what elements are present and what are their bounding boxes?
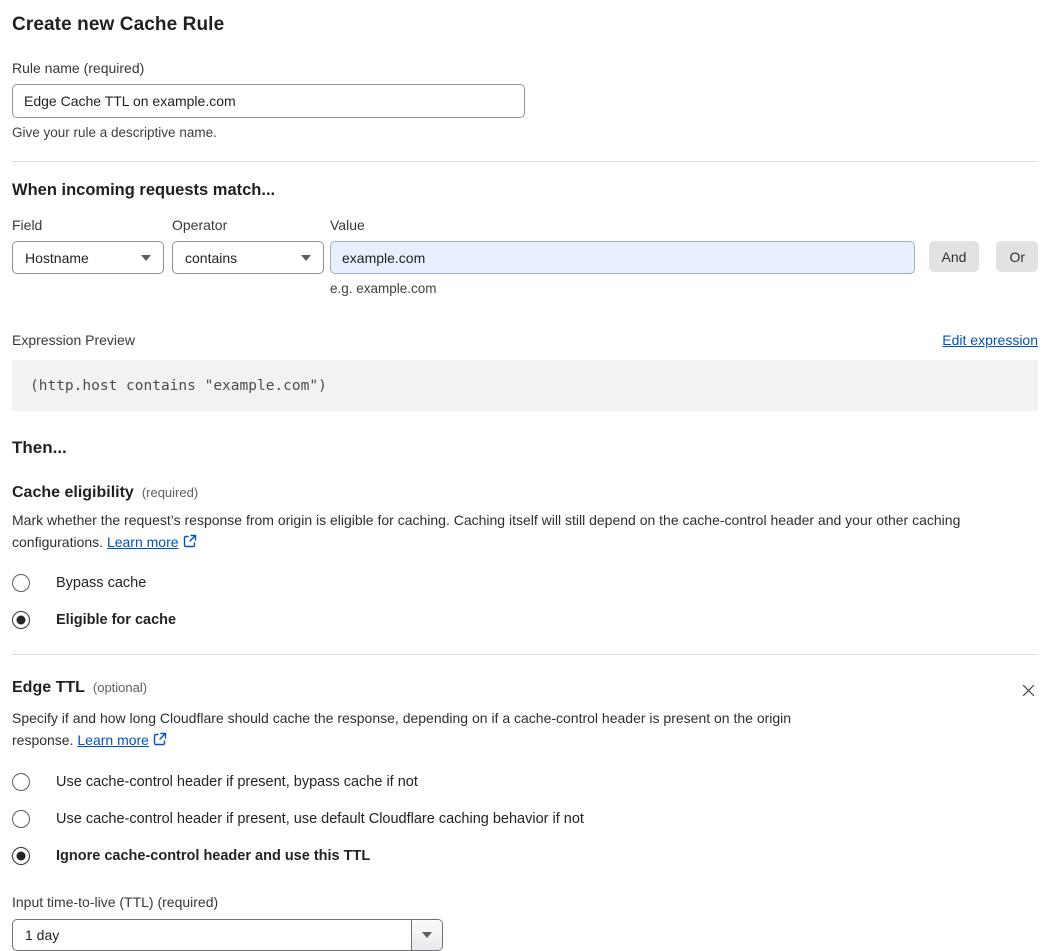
- edge-ttl-title: Edge TTL: [12, 679, 85, 696]
- rule-name-input[interactable]: [12, 84, 525, 118]
- operator-select[interactable]: contains: [172, 241, 324, 274]
- rule-name-label: Rule name (required): [12, 60, 145, 76]
- field-label: Field: [12, 217, 43, 233]
- match-condition-row: Field Hostname Operator contains Value e…: [12, 217, 1038, 296]
- match-section-heading: When incoming requests match...: [12, 181, 276, 199]
- field-select[interactable]: Hostname: [12, 241, 164, 274]
- cache-eligibility-qualifier: (required): [141, 485, 199, 500]
- expression-preview-label: Expression Preview: [12, 332, 135, 348]
- value-input[interactable]: [330, 241, 915, 274]
- then-heading: Then...: [12, 438, 67, 457]
- rule-name-section: Rule name (required) Give your rule a de…: [12, 60, 1038, 140]
- and-button[interactable]: And: [928, 241, 980, 272]
- field-column: Field Hostname: [12, 217, 164, 274]
- chevron-down-icon: [422, 932, 432, 938]
- edge-ttl-header: Edge TTL (optional): [12, 679, 1038, 700]
- cache-eligibility-learn-more-link[interactable]: Learn more: [107, 534, 179, 550]
- or-button[interactable]: Or: [996, 241, 1038, 272]
- close-edge-ttl-button[interactable]: [1019, 681, 1038, 700]
- edge-ttl-qualifier: (optional): [92, 680, 148, 695]
- value-column: Value e.g. example.com: [330, 217, 915, 296]
- radio-use-cache-control-default[interactable]: Use cache-control header if present, use…: [12, 810, 1038, 828]
- cache-eligibility-options: Bypass cache Eligible for cache: [12, 574, 1038, 629]
- radio-icon-checked: [12, 611, 30, 629]
- close-icon: [1021, 684, 1036, 701]
- operator-select-value: contains: [185, 249, 238, 266]
- radio-label: Use cache-control header if present, use…: [56, 811, 584, 827]
- edit-expression-link[interactable]: Edit expression: [942, 332, 1038, 348]
- cache-eligibility-header: Cache eligibility (required): [12, 484, 1038, 502]
- create-cache-rule-page: Create new Cache Rule Rule name (require…: [0, 0, 1058, 951]
- cache-eligibility-title: Cache eligibility: [12, 484, 134, 501]
- expression-code: (http.host contains "example.com"): [30, 377, 327, 394]
- operator-label: Operator: [172, 217, 228, 233]
- divider: [12, 654, 1038, 655]
- value-helper: e.g. example.com: [330, 281, 437, 296]
- value-label: Value: [330, 217, 365, 233]
- radio-icon: [12, 773, 30, 791]
- radio-label: Bypass cache: [56, 575, 147, 591]
- external-link-icon: [183, 534, 197, 551]
- chevron-down-icon: [301, 254, 311, 261]
- expression-preview-header: Expression Preview Edit expression: [12, 332, 1038, 348]
- radio-label: Use cache-control header if present, byp…: [56, 774, 418, 790]
- external-link-icon: [153, 732, 167, 749]
- radio-icon: [12, 574, 30, 592]
- radio-label: Eligible for cache: [56, 612, 177, 628]
- radio-icon: [12, 810, 30, 828]
- radio-eligible-for-cache[interactable]: Eligible for cache: [12, 611, 1038, 629]
- divider: [12, 161, 1038, 162]
- ttl-select[interactable]: 1 day: [12, 919, 443, 951]
- ttl-select-value: 1 day: [25, 927, 60, 943]
- radio-label: Ignore cache-control header and use this…: [56, 848, 371, 864]
- radio-use-cache-control-bypass[interactable]: Use cache-control header if present, byp…: [12, 773, 1038, 791]
- edge-ttl-learn-more-link[interactable]: Learn more: [77, 732, 149, 748]
- chevron-down-icon: [141, 254, 151, 261]
- radio-icon-checked: [12, 847, 30, 865]
- edge-ttl-description: Specify if and how long Cloudflare shoul…: [12, 708, 844, 752]
- edge-ttl-title-row: Edge TTL (optional): [12, 679, 147, 697]
- edge-ttl-options: Use cache-control header if present, byp…: [12, 773, 1038, 865]
- operator-column: Operator contains: [172, 217, 324, 274]
- radio-bypass-cache[interactable]: Bypass cache: [12, 574, 1038, 592]
- ttl-label: Input time-to-live (TTL) (required): [12, 894, 219, 910]
- cache-eligibility-description: Mark whether the request’s response from…: [12, 510, 1038, 554]
- radio-ignore-cache-control[interactable]: Ignore cache-control header and use this…: [12, 847, 1038, 865]
- field-select-value: Hostname: [25, 249, 89, 266]
- rule-name-helper: Give your rule a descriptive name.: [12, 125, 217, 140]
- page-title: Create new Cache Rule: [12, 14, 225, 35]
- expression-preview-code-block: (http.host contains "example.com"): [12, 360, 1038, 411]
- ttl-select-arrow-button[interactable]: [411, 920, 442, 950]
